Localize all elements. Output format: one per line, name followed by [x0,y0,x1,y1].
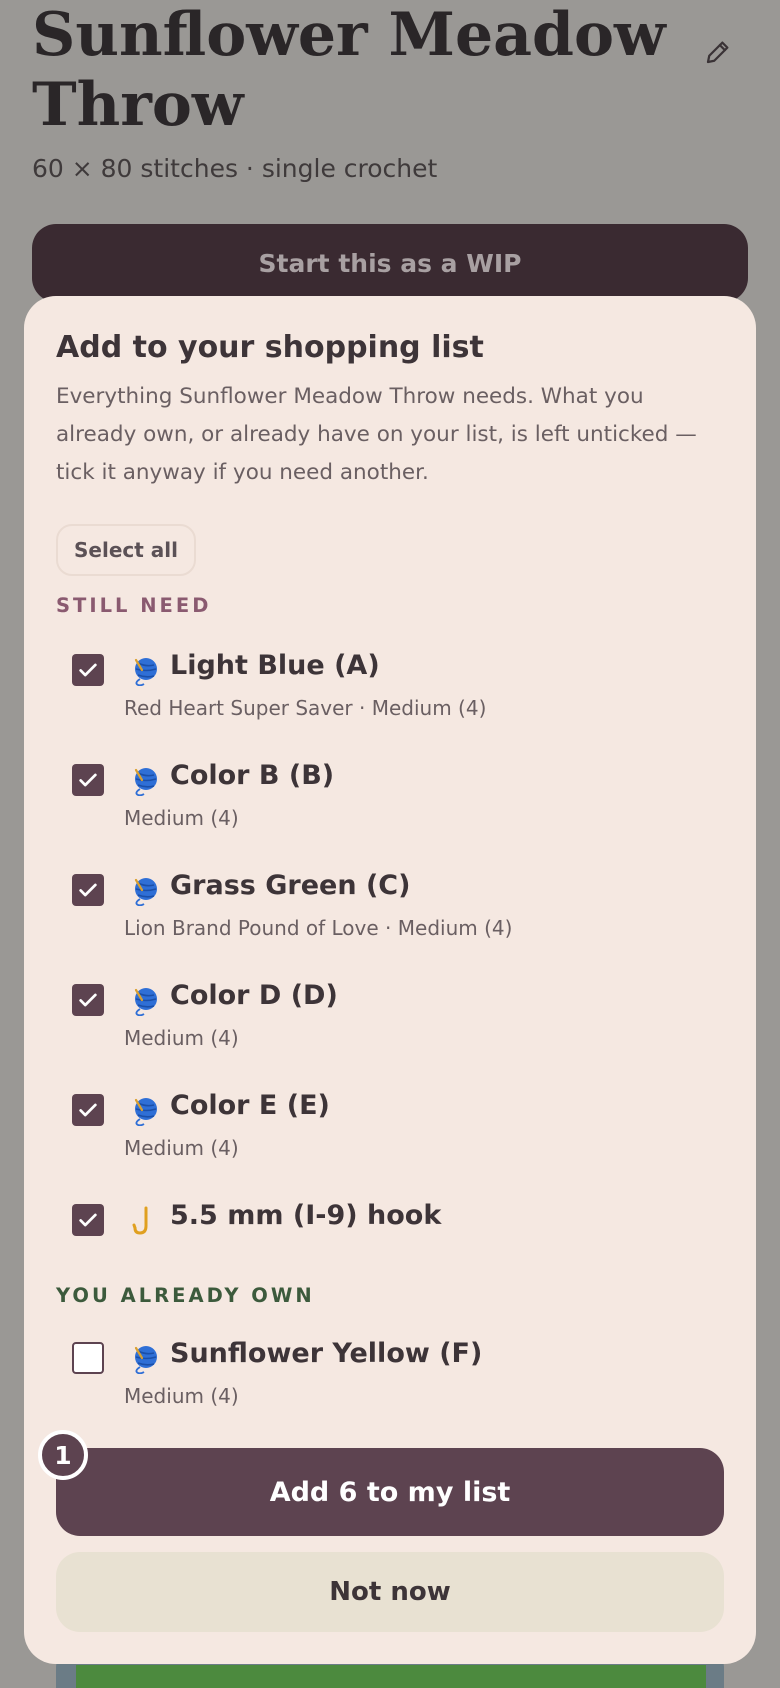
yarn-ball-icon [130,986,158,1017]
checkmark-icon [79,663,97,677]
item-checkbox[interactable] [72,654,104,686]
add-to-list-button[interactable]: Add 6 to my list [56,1448,724,1536]
list-item[interactable]: Sunflower Yellow (F) Medium (4) [72,1338,732,1432]
list-item[interactable]: Light Blue (A) Red Heart Super Saver · Me… [72,650,732,744]
checkmark-icon [79,883,97,897]
pattern-subtitle: 60 × 80 stitches · single crochet [32,154,438,183]
list-item[interactable]: Color E (E) Medium (4) [72,1090,732,1184]
list-item[interactable]: 5.5 mm (I-9) hook [72,1200,732,1294]
item-detail: Red Heart Super Saver · Medium (4) [124,696,487,720]
list-item[interactable]: Grass Green (C) Lion Brand Pound of Love … [72,870,732,964]
item-detail: Medium (4) [124,806,239,830]
item-checkbox[interactable] [72,984,104,1016]
item-name: Color D (D) [170,980,338,1011]
hook-icon [130,1206,158,1236]
list-item[interactable]: Color D (D) Medium (4) [72,980,732,1074]
yarn-ball-icon [130,1344,158,1375]
still-need-heading: STILL NEED [56,594,212,617]
item-name: Color B (B) [170,760,335,791]
checkmark-icon [79,993,97,1007]
yarn-ball-icon [130,656,158,687]
list-item[interactable]: Color B (B) Medium (4) [72,760,732,854]
item-checkbox[interactable] [72,1204,104,1236]
item-detail: Medium (4) [124,1384,239,1408]
yarn-ball-icon [130,876,158,907]
sheet-title: Add to your shopping list [56,330,484,365]
chart-preview-grid [76,1665,706,1688]
step-badge: 1 [38,1430,88,1480]
item-checkbox[interactable] [72,764,104,796]
yarn-ball-icon [130,1096,158,1127]
already-own-heading: YOU ALREADY OWN [56,1284,315,1307]
yarn-ball-icon [130,766,158,797]
item-name: 5.5 mm (I-9) hook [170,1200,442,1231]
item-name: Light Blue (A) [170,650,380,681]
pattern-title: Sunflower Meadow Throw [32,0,666,140]
item-detail: Medium (4) [124,1026,239,1050]
item-name: Color E (E) [170,1090,330,1121]
not-now-button[interactable]: Not now [56,1552,724,1632]
item-checkbox[interactable] [72,1342,104,1374]
select-all-button[interactable]: Select all [56,524,196,576]
item-checkbox[interactable] [72,1094,104,1126]
item-detail: Lion Brand Pound of Love · Medium (4) [124,916,513,940]
pencil-icon [706,41,729,64]
start-wip-button[interactable]: Start this as a WIP [32,224,748,302]
item-name: Sunflower Yellow (F) [170,1338,483,1369]
sheet-description: Everything Sunflower Meadow Throw needs.… [56,384,697,485]
item-name: Grass Green (C) [170,870,411,901]
checkmark-icon [79,1103,97,1117]
edit-button[interactable] [694,28,742,76]
item-checkbox[interactable] [72,874,104,906]
checkmark-icon [79,773,97,787]
checkmark-icon [79,1213,97,1227]
item-detail: Medium (4) [124,1136,239,1160]
